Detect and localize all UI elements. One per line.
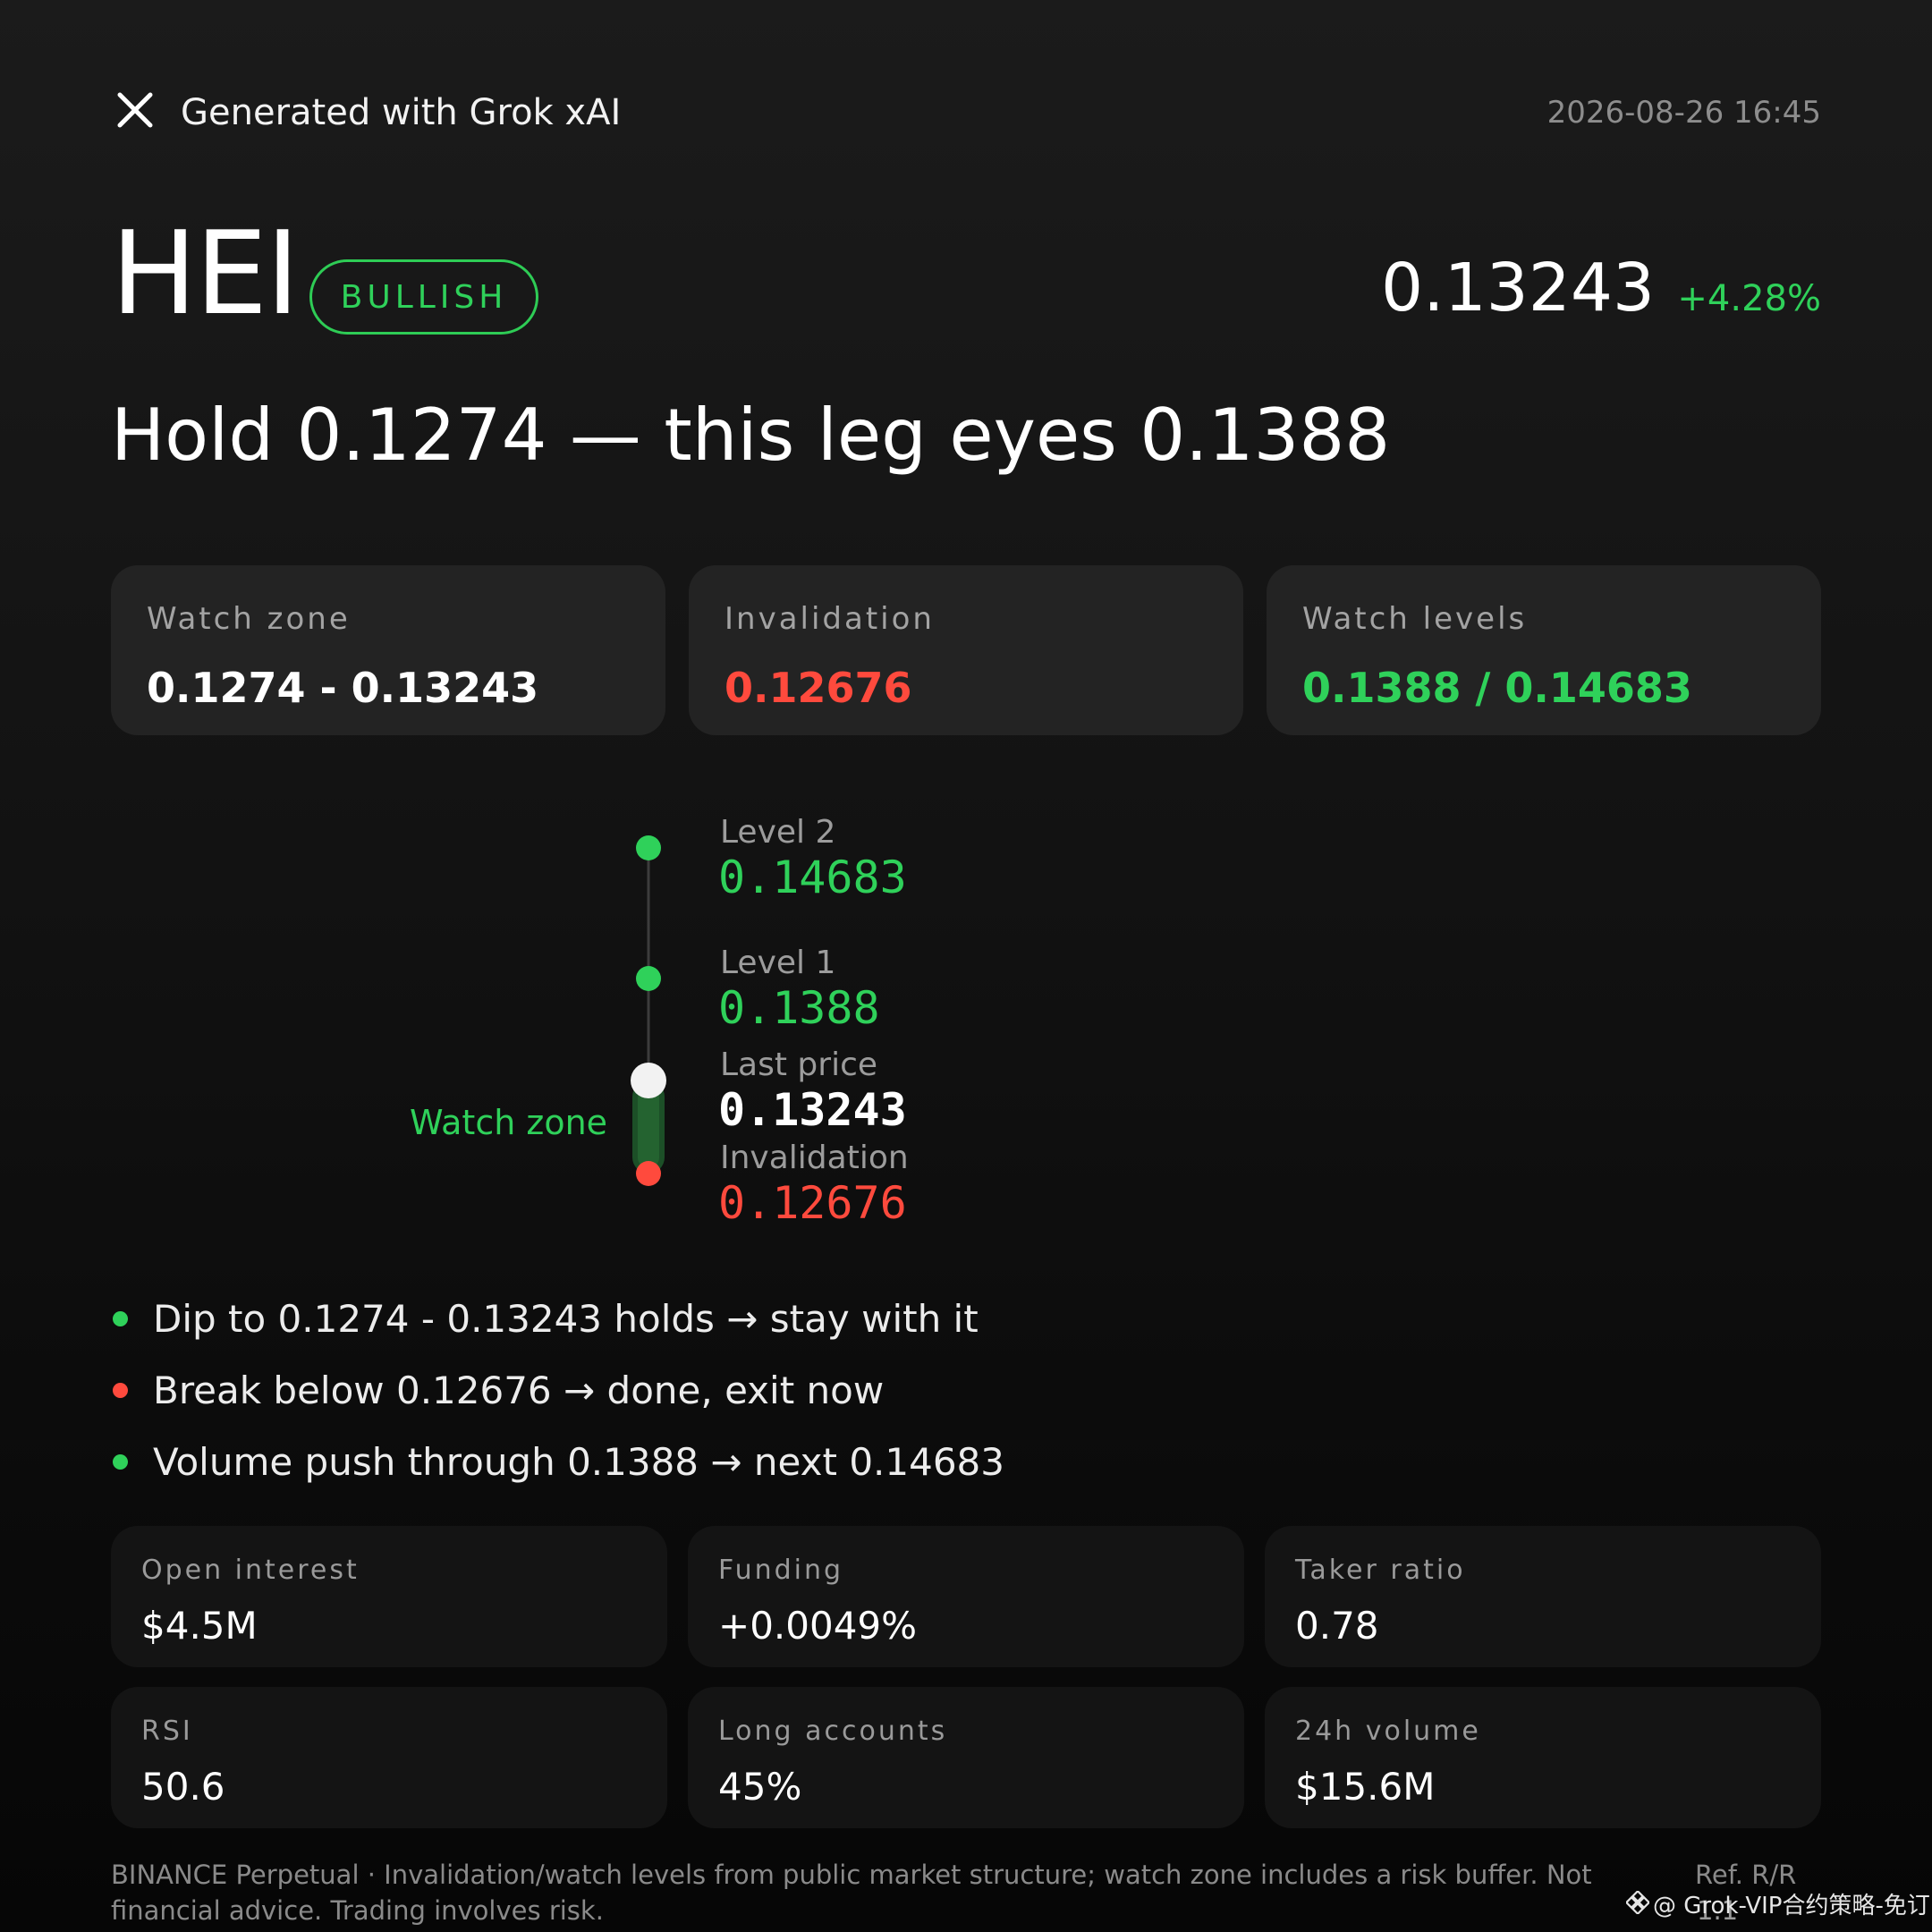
summary-value: 0.12676	[724, 664, 912, 712]
header-title: Generated with Grok xAI	[181, 92, 622, 133]
invalidation-label: Invalidation	[720, 1140, 909, 1176]
level-2-value: 0.14683	[718, 852, 907, 903]
metric-label: Open interest	[141, 1555, 360, 1586]
timestamp: 2026-08-26 16:45	[1546, 95, 1821, 131]
last-price-label: Last price	[720, 1046, 878, 1083]
metric-label: Taker ratio	[1295, 1555, 1466, 1586]
watch-zone-band-inner	[638, 1088, 659, 1168]
level-1-label: Level 1	[720, 945, 836, 981]
bullet-dot-icon	[113, 1311, 128, 1326]
metric-label: Long accounts	[718, 1716, 948, 1747]
summary-label: Watch zone	[147, 601, 351, 637]
ref-rr-label: Ref. R/R	[1695, 1860, 1797, 1890]
price-change: +4.28%	[1677, 278, 1821, 319]
sentiment-badge: BULLISH	[309, 259, 538, 335]
scenario-item: Volume push through 0.1388 → next 0.1468…	[111, 1436, 1004, 1489]
bullet-dot-icon	[113, 1383, 128, 1398]
level-2-label: Level 2	[720, 814, 836, 851]
headline: Hold 0.1274 — this leg eyes 0.1388	[111, 394, 1391, 477]
level-1-marker	[636, 966, 661, 991]
metric-card-24h-volume: 24h volume $15.6M	[1265, 1687, 1821, 1828]
metric-value: 0.78	[1295, 1604, 1379, 1648]
summary-card-watch-levels: Watch levels 0.1388 / 0.14683	[1267, 565, 1821, 735]
level-2-marker	[636, 835, 661, 860]
metric-card-funding: Funding +0.0049%	[688, 1526, 1244, 1667]
last-price-marker	[631, 1063, 666, 1098]
metric-value: 50.6	[141, 1765, 225, 1809]
scenario-text: Dip to 0.1274 - 0.13243 holds → stay wit…	[153, 1297, 979, 1341]
watermark: @ Grok-VIP合约策略-免订阅	[1624, 1889, 1932, 1923]
metric-value: 45%	[718, 1765, 802, 1809]
metric-value: +0.0049%	[718, 1604, 918, 1648]
metric-value: $15.6M	[1295, 1765, 1436, 1809]
invalidation-marker	[636, 1161, 661, 1186]
level-1-value: 0.1388	[718, 982, 880, 1034]
metric-label: RSI	[141, 1716, 193, 1747]
scenario-text: Volume push through 0.1388 → next 0.1468…	[153, 1440, 1004, 1484]
summary-card-watch-zone: Watch zone 0.1274 - 0.13243	[111, 565, 665, 735]
summary-value: 0.1274 - 0.13243	[147, 664, 539, 712]
last-price-value: 0.13243	[718, 1084, 907, 1136]
summary-label: Watch levels	[1302, 601, 1528, 637]
metric-label: Funding	[718, 1555, 844, 1586]
summary-card-invalidation: Invalidation 0.12676	[689, 565, 1243, 735]
watermark-text: @ Grok-VIP合约策略-免订阅	[1653, 1893, 1932, 1919]
summary-value: 0.1388 / 0.14683	[1302, 664, 1692, 712]
metric-card-taker-ratio: Taker ratio 0.78	[1265, 1526, 1821, 1667]
scenario-item: Dip to 0.1274 - 0.13243 holds → stay wit…	[111, 1292, 979, 1346]
ticker-symbol: HEI	[111, 208, 300, 341]
scenario-item: Break below 0.12676 → done, exit now	[111, 1364, 884, 1418]
last-price: 0.13243	[1380, 250, 1655, 326]
bullet-dot-icon	[113, 1454, 128, 1470]
disclaimer: BINANCE Perpetual · Invalidation/watch l…	[111, 1860, 1592, 1926]
metric-card-long-accounts: Long accounts 45%	[688, 1687, 1244, 1828]
invalidation-value: 0.12676	[718, 1177, 907, 1229]
summary-label: Invalidation	[724, 601, 935, 637]
binance-logo-icon	[1624, 1889, 1651, 1923]
metric-label: 24h volume	[1295, 1716, 1481, 1747]
close-icon[interactable]	[114, 89, 156, 131]
levels-ladder	[631, 835, 666, 1186]
scenario-text: Break below 0.12676 → done, exit now	[153, 1368, 885, 1412]
metric-value: $4.5M	[141, 1604, 258, 1648]
metric-card-open-interest: Open interest $4.5M	[111, 1526, 667, 1667]
metric-card-rsi: RSI 50.6	[111, 1687, 667, 1828]
watch-zone-label: Watch zone	[410, 1103, 608, 1142]
